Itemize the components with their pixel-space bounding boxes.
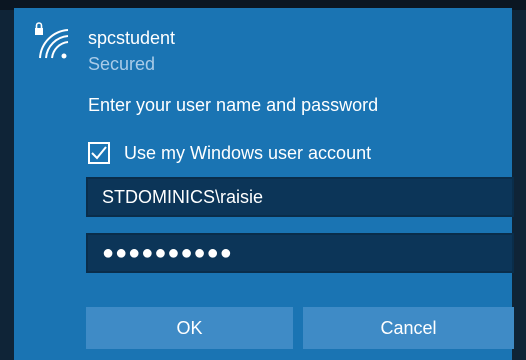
password-field[interactable]: ●●●●●●●●●●	[86, 233, 514, 273]
use-windows-account-checkbox[interactable]	[88, 142, 110, 164]
cancel-button[interactable]: Cancel	[303, 307, 514, 349]
use-windows-account-label: Use my Windows user account	[124, 142, 372, 163]
wifi-secured-icon	[35, 22, 69, 59]
ok-button-label: OK	[176, 317, 203, 338]
username-value: STDOMINICS\raisie	[102, 186, 264, 207]
username-field[interactable]: STDOMINICS\raisie	[86, 177, 514, 217]
cancel-button-label: Cancel	[380, 317, 437, 338]
background-left	[0, 10, 14, 360]
background-right	[512, 10, 526, 360]
use-windows-account-checkbox-row[interactable]: Use my Windows user account	[88, 138, 371, 168]
ok-button[interactable]: OK	[86, 307, 293, 349]
network-status: Secured	[88, 54, 156, 74]
password-masked-value: ●●●●●●●●●●	[102, 241, 233, 264]
checkmark-icon	[91, 146, 107, 160]
credentials-prompt: Enter your user name and password	[88, 95, 379, 115]
network-name: spcstudent	[88, 28, 176, 48]
